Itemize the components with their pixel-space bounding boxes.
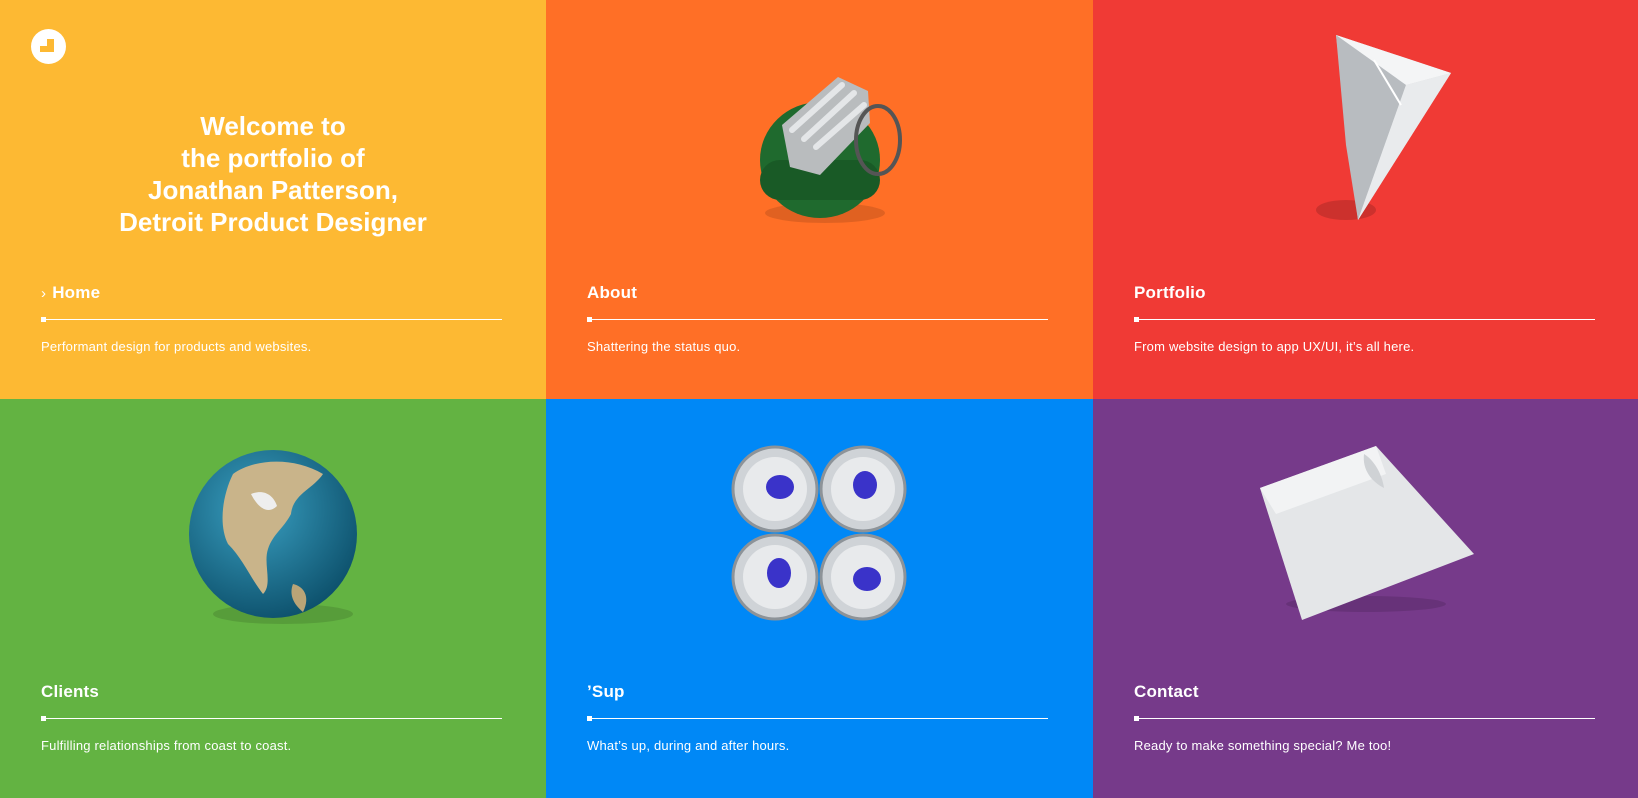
divider xyxy=(587,319,1048,320)
divider-marker xyxy=(587,716,592,721)
tile-description: Shattering the status quo. xyxy=(587,339,741,354)
divider-marker xyxy=(1134,317,1139,322)
logo-icon[interactable] xyxy=(31,29,66,64)
divider xyxy=(41,718,502,719)
tile-sup[interactable]: ’Sup What’s up, during and after hours. xyxy=(546,399,1093,798)
tile-about[interactable]: About Shattering the status quo. xyxy=(546,0,1093,399)
divider xyxy=(1134,319,1595,320)
paper-sheet-icon xyxy=(1093,399,1638,669)
divider-marker xyxy=(1134,716,1139,721)
tile-portfolio[interactable]: Portfolio From website design to app UX/… xyxy=(1093,0,1638,399)
tile-description: Performant design for products and websi… xyxy=(41,339,312,354)
divider-marker xyxy=(41,716,46,721)
glass-prism-icon xyxy=(1093,0,1638,270)
divider xyxy=(587,718,1048,719)
divider-marker xyxy=(41,317,46,322)
tile-title-home[interactable]: › Home xyxy=(41,283,100,303)
divider xyxy=(41,319,502,320)
tile-title-clients[interactable]: Clients xyxy=(41,682,99,702)
tile-description: From website design to app UX/UI, it’s a… xyxy=(1134,339,1415,354)
tile-home[interactable]: Welcome to the portfolio of Jonathan Pat… xyxy=(0,0,546,399)
welcome-line: the portfolio of xyxy=(181,143,365,173)
energy-cans-icon xyxy=(546,399,1093,669)
divider-marker xyxy=(587,317,592,322)
tile-title-sup[interactable]: ’Sup xyxy=(587,682,625,702)
tile-description: Ready to make something special? Me too! xyxy=(1134,738,1392,753)
tile-title-portfolio[interactable]: Portfolio xyxy=(1134,283,1206,303)
tile-clients[interactable]: Clients Fulfilling relationships from co… xyxy=(0,399,546,798)
welcome-line: Detroit Product Designer xyxy=(119,207,427,237)
tile-title-about[interactable]: About xyxy=(587,283,637,303)
welcome-heading: Welcome to the portfolio of Jonathan Pat… xyxy=(0,110,546,238)
globe-icon xyxy=(0,399,546,669)
tile-contact[interactable]: Contact Ready to make something special?… xyxy=(1093,399,1638,798)
grenade-icon xyxy=(546,0,1093,270)
welcome-line: Jonathan Patterson, xyxy=(148,175,398,205)
chevron-right-icon: › xyxy=(41,285,47,302)
welcome-line: Welcome to xyxy=(200,111,346,141)
tile-label: Home xyxy=(52,283,101,302)
tile-description: What’s up, during and after hours. xyxy=(587,738,790,753)
nav-grid: Welcome to the portfolio of Jonathan Pat… xyxy=(0,0,1638,798)
tile-description: Fulfilling relationships from coast to c… xyxy=(41,738,292,753)
tile-title-contact[interactable]: Contact xyxy=(1134,682,1199,702)
divider xyxy=(1134,718,1595,719)
